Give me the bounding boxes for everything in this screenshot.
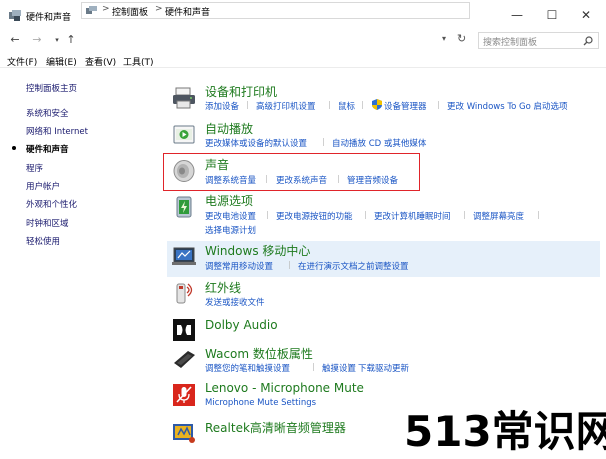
printer-icon: [173, 87, 195, 109]
link-separator: |: [246, 100, 249, 109]
sidebar: 控制面板主页 系统和安全 网络和 Internet 硬件和声音 程序 用户帐户 …: [0, 70, 150, 459]
dolby-icon: [173, 319, 195, 341]
menu-view[interactable]: 查看(V): [85, 55, 116, 68]
autoplay-icon: [173, 125, 195, 144]
annotation-highlight-box: [163, 153, 420, 191]
sidebar-item-clock-region[interactable]: 时钟和区域: [26, 217, 69, 229]
link-separator: |: [361, 100, 364, 109]
link-power-button-function[interactable]: 更改电源按钮的功能: [276, 210, 353, 222]
link-separator: |: [322, 137, 325, 146]
sidebar-item-system-security[interactable]: 系统和安全: [26, 107, 69, 119]
menu-file[interactable]: 文件(F): [7, 55, 37, 68]
close-button[interactable]: ✕: [566, 4, 606, 26]
breadcrumb-separator: >: [102, 4, 110, 14]
link-change-battery-settings[interactable]: 更改电池设置: [205, 210, 256, 222]
mobility-center-icon: [172, 247, 196, 265]
wacom-tablet-icon: [174, 351, 195, 368]
uac-shield-icon: [372, 99, 382, 110]
link-change-media-defaults[interactable]: 更改媒体或设备的默认设置: [205, 137, 307, 149]
menu-tools[interactable]: 工具(T): [123, 55, 154, 68]
control-panel-icon: [86, 6, 97, 14]
link-separator: |: [347, 362, 350, 371]
address-dropdown-chevron-icon[interactable]: ▾: [442, 34, 446, 43]
menu-bar: 文件(F) 编辑(E) 查看(V) 工具(T): [0, 52, 606, 68]
link-advanced-printer-settings[interactable]: 高级打印机设置: [256, 100, 316, 112]
link-download-driver-update[interactable]: 下载驱动更新: [358, 362, 409, 374]
refresh-icon[interactable]: ↻: [457, 32, 466, 45]
infrared-icon: [176, 283, 193, 304]
link-windows-to-go[interactable]: 更改 Windows To Go 启动选项: [447, 100, 568, 112]
link-separator: |: [364, 210, 367, 219]
category-lenovo-microphone-mute[interactable]: Lenovo - Microphone Mute: [205, 381, 364, 395]
forward-arrow-icon[interactable]: →: [30, 32, 44, 48]
link-separator: |: [288, 260, 291, 269]
search-placeholder: 搜索控制面板: [483, 38, 538, 48]
category-realtek-audio-manager[interactable]: Realtek高清晰音频管理器: [205, 419, 346, 436]
link-separator: |: [463, 210, 466, 219]
category-devices-printers[interactable]: 设备和打印机: [205, 83, 277, 100]
category-power-options[interactable]: 电源选项: [205, 192, 253, 209]
breadcrumb-hardware-sound[interactable]: 硬件和声音: [165, 5, 210, 18]
link-autoplay-cd[interactable]: 自动播放 CD 或其他媒体: [332, 137, 426, 149]
sidebar-item-hardware-sound[interactable]: 硬件和声音: [26, 143, 69, 155]
back-arrow-icon[interactable]: ←: [8, 32, 22, 48]
search-box[interactable]: 搜索控制面板: [478, 32, 599, 49]
link-separator: |: [312, 362, 315, 371]
link-choose-power-plan[interactable]: 选择电源计划: [205, 224, 256, 236]
link-presentation-settings[interactable]: 在进行演示文档之前调整设置: [298, 260, 409, 272]
breadcrumb-separator: >: [155, 4, 163, 14]
breadcrumb-control-panel[interactable]: 控制面板: [112, 5, 148, 18]
recent-locations-chevron-icon[interactable]: ▾: [50, 32, 64, 48]
link-separator: |: [328, 100, 331, 109]
minimize-button[interactable]: —: [497, 4, 537, 26]
sidebar-item-network[interactable]: 网络和 Internet: [26, 125, 88, 137]
link-separator: |: [537, 210, 540, 219]
category-infrared[interactable]: 红外线: [205, 279, 241, 296]
up-arrow-icon[interactable]: ↑: [64, 32, 78, 48]
sidebar-item-appearance[interactable]: 外观和个性化: [26, 198, 77, 210]
link-sleep-time[interactable]: 更改计算机睡眠时间: [374, 210, 451, 222]
current-section-bullet: [12, 146, 16, 150]
power-options-icon: [176, 196, 192, 218]
link-separator: |: [266, 210, 269, 219]
link-screen-brightness[interactable]: 调整屏幕亮度: [473, 210, 524, 222]
sidebar-item-home[interactable]: 控制面板主页: [26, 82, 77, 94]
link-add-device[interactable]: 添加设备: [205, 100, 239, 112]
sidebar-item-user-accounts[interactable]: 用户帐户: [26, 180, 60, 192]
link-microphone-mute-settings[interactable]: Microphone Mute Settings: [205, 398, 316, 408]
address-bar[interactable]: > 控制面板 > 硬件和声音: [81, 2, 470, 19]
sidebar-item-ease-of-access[interactable]: 轻松使用: [26, 235, 60, 247]
category-dolby-audio[interactable]: Dolby Audio: [205, 318, 278, 332]
search-icon: [583, 36, 593, 46]
link-separator: |: [437, 100, 440, 109]
watermark-text: 513常识网: [404, 407, 606, 456]
control-panel-app-icon: [9, 10, 21, 21]
category-autoplay[interactable]: 自动播放: [205, 120, 253, 137]
link-mouse[interactable]: 鼠标: [338, 100, 355, 112]
microphone-mute-icon: [173, 384, 195, 406]
link-touch-settings[interactable]: 触摸设置: [322, 362, 356, 374]
menu-edit[interactable]: 编辑(E): [46, 55, 77, 68]
link-pen-touch-settings[interactable]: 调整您的笔和触摸设置: [205, 362, 290, 374]
sidebar-item-programs[interactable]: 程序: [26, 162, 43, 174]
link-device-manager[interactable]: 设备管理器: [384, 100, 427, 112]
link-send-receive-files[interactable]: 发送或接收文件: [205, 296, 265, 308]
realtek-audio-icon: [173, 424, 195, 443]
category-wacom-tablet[interactable]: Wacom 数位板属性: [205, 345, 313, 362]
window-title: 硬件和声音: [26, 13, 72, 23]
link-common-mobility-settings[interactable]: 调整常用移动设置: [205, 260, 273, 272]
category-windows-mobility-center[interactable]: Windows 移动中心: [205, 242, 310, 259]
